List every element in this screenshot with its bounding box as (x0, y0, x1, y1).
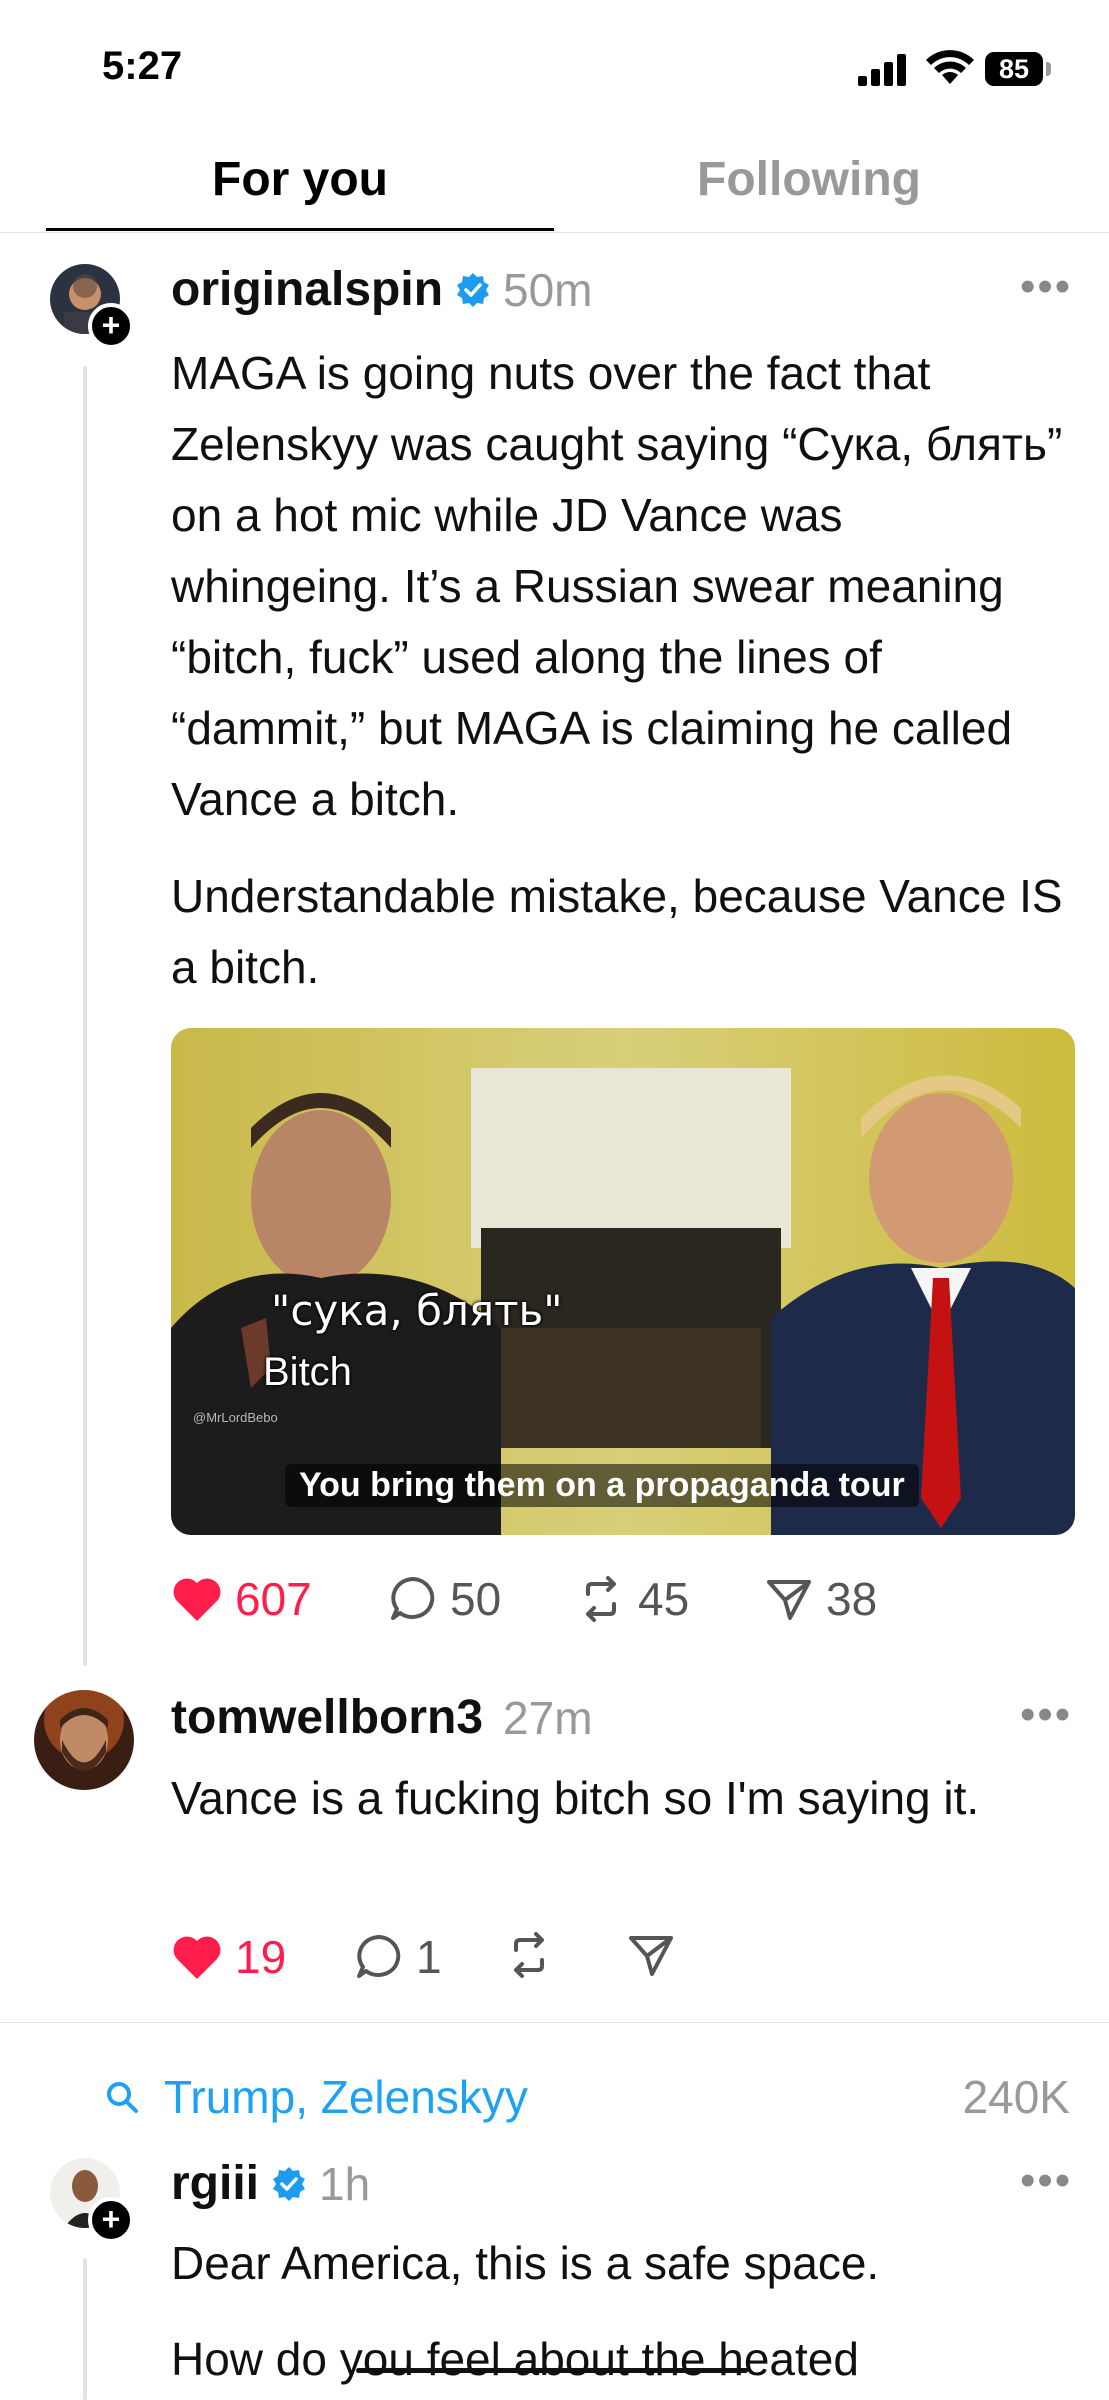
caption-english: Bitch (263, 1350, 352, 1394)
more-options-icon[interactable]: ••• (1020, 1690, 1072, 1740)
post-username[interactable]: originalspin (171, 262, 443, 317)
tab-for-you[interactable]: For you (0, 152, 600, 207)
caption-russian: "сука, блять" (271, 1286, 563, 1335)
repost-button[interactable]: 45 (576, 1572, 689, 1626)
battery-tip (1046, 62, 1051, 76)
follow-plus-button[interactable]: + (88, 2197, 134, 2243)
wifi-icon (926, 50, 974, 84)
more-options-icon[interactable]: ••• (1020, 262, 1072, 312)
post-age: 1h (319, 2157, 371, 2210)
post-body: Vance is a fucking bitch so I'm saying i… (171, 1772, 980, 1824)
post-paragraph: MAGA is going nuts over the fact that Ze… (171, 347, 1063, 825)
cellular-signal-icon (858, 54, 906, 86)
post-divider (0, 2022, 1109, 2023)
share-count: 38 (826, 1573, 878, 1625)
topic-label[interactable]: Trump, Zelenskyy (164, 2070, 528, 2124)
battery-indicator: 85 (985, 52, 1043, 86)
post-paragraph: Understandable mistake, because Vance IS… (171, 870, 1063, 993)
like-count: 607 (235, 1573, 312, 1625)
like-button[interactable]: 19 (171, 1930, 286, 1984)
more-options-icon[interactable]: ••• (1020, 2156, 1072, 2206)
topic-row[interactable]: Trump, Zelenskyy (104, 2070, 528, 2124)
post-video[interactable]: "сука, блять" Bitch @MrLordBebo You brin… (171, 1028, 1075, 1535)
post-paragraph: How do you feel about the heated (171, 2333, 859, 2385)
thread-line (83, 2258, 87, 2400)
video-subtitle: You bring them on a propaganda tour (285, 1464, 919, 1507)
strikethrough-scribble (356, 2368, 748, 2373)
topic-count: 240K (962, 2071, 1070, 2123)
follow-plus-button[interactable]: + (88, 303, 134, 349)
verified-badge-icon (457, 272, 490, 307)
like-button[interactable]: 607 (171, 1572, 312, 1626)
tabs-divider (0, 232, 1109, 233)
reply-count: 1 (416, 1931, 442, 1983)
avatar[interactable] (34, 1690, 134, 1790)
video-watermark: @MrLordBebo (193, 1410, 278, 1425)
reply-button[interactable]: 50 (388, 1572, 501, 1626)
like-count: 19 (235, 1931, 287, 1983)
reply-button[interactable]: 1 (354, 1930, 442, 1984)
send-icon (767, 1580, 811, 1620)
post-age: 50m (503, 263, 593, 316)
share-button[interactable]: 38 (764, 1572, 877, 1626)
post-age: 27m (503, 1691, 593, 1744)
heart-filled-icon (173, 1936, 221, 1979)
repost-count: 45 (638, 1573, 690, 1625)
active-tab-indicator (46, 228, 554, 231)
repost-icon (514, 1932, 544, 1978)
comment-icon (357, 1935, 401, 1978)
send-icon (629, 1936, 673, 1976)
post-body: MAGA is going nuts over the fact that Ze… (171, 338, 1071, 1003)
heart-filled-icon (173, 1578, 221, 1621)
share-button[interactable] (626, 1930, 676, 1980)
verified-badge-icon (273, 2166, 306, 2201)
status-time: 5:27 (102, 44, 183, 88)
comment-icon (391, 1577, 435, 1620)
repost-button[interactable] (504, 1930, 554, 1980)
repost-icon (586, 1576, 616, 1622)
post-username[interactable]: tomwellborn3 (171, 1690, 483, 1745)
post-username[interactable]: rgiii (171, 2156, 259, 2211)
post-paragraph: Dear America, this is a safe space. (171, 2237, 880, 2289)
search-icon (107, 2082, 138, 2113)
thread-line (83, 366, 87, 1666)
reply-count: 50 (450, 1573, 502, 1625)
tab-following[interactable]: Following (554, 152, 1064, 207)
